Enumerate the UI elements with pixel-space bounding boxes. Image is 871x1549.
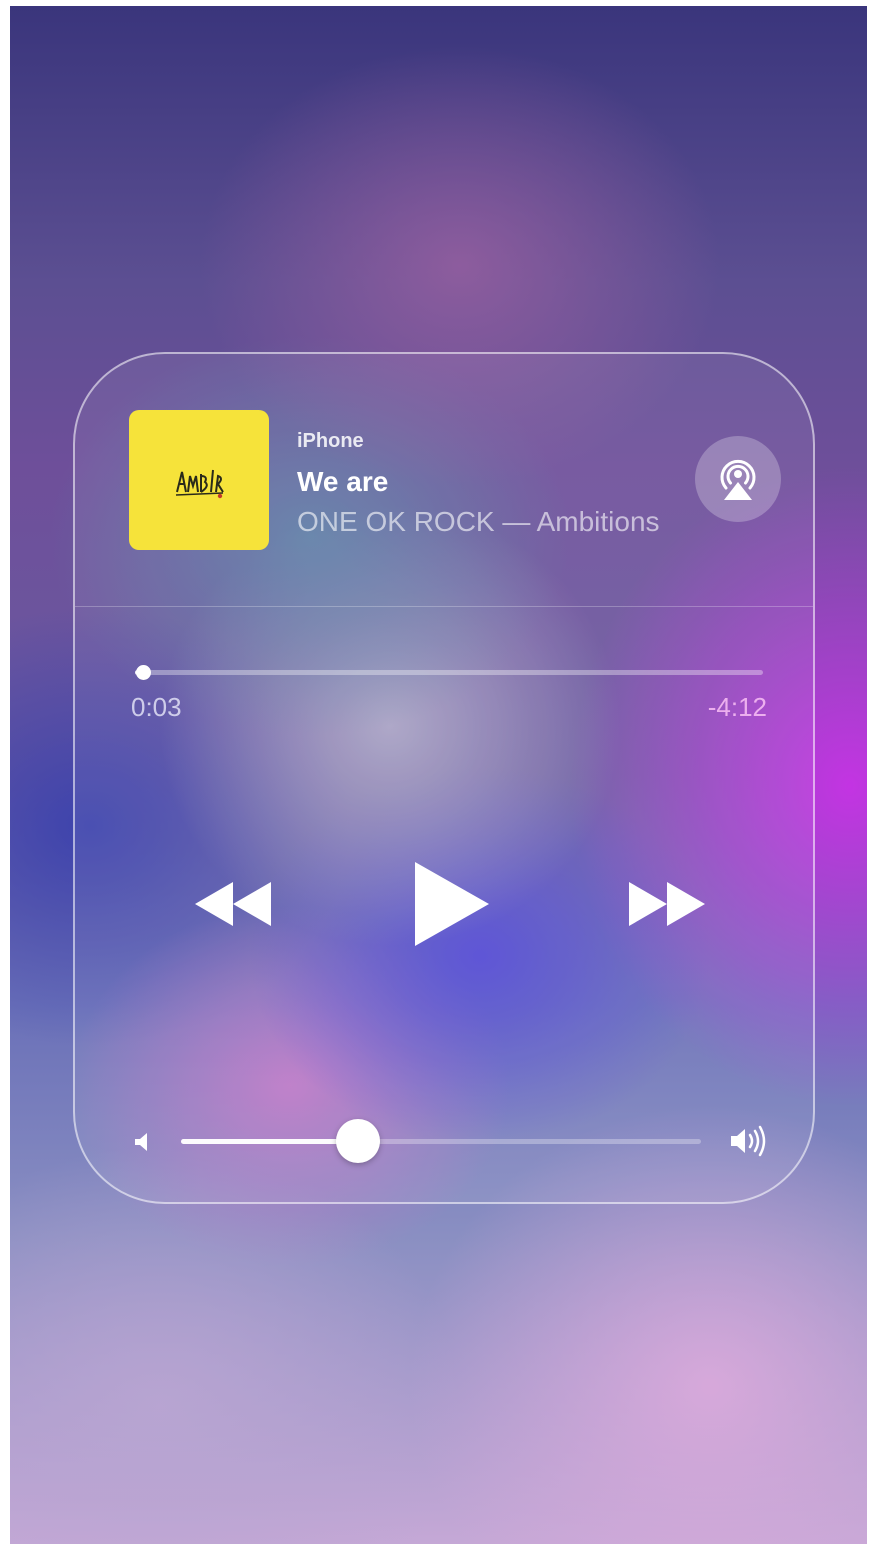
control-center-background: iPhone We are ONE OK ROCK — Ambitions 0:…: [10, 6, 867, 1544]
output-source-label: iPhone: [297, 430, 364, 452]
volume-low-icon: [133, 1132, 153, 1157]
airplay-icon: [720, 459, 756, 500]
album-art[interactable]: [129, 410, 269, 550]
airplay-button[interactable]: [695, 436, 781, 522]
track-title: We are: [297, 466, 389, 497]
fast-forward-button[interactable]: [627, 880, 707, 933]
progress-scrubber[interactable]: [135, 665, 763, 680]
rewind-icon: [195, 882, 271, 926]
volume-fill: [181, 1139, 358, 1144]
volume-knob[interactable]: [335, 1119, 380, 1163]
play-icon: [415, 862, 489, 946]
volume-slider[interactable]: [181, 1119, 701, 1163]
album-art-logo: [175, 469, 224, 499]
card-divider: [75, 606, 813, 607]
rewind-button[interactable]: [193, 880, 273, 933]
remaining-time: -4:12: [707, 692, 767, 722]
now-playing-card: iPhone We are ONE OK ROCK — Ambitions 0:…: [73, 352, 815, 1204]
volume-high-icon: [729, 1124, 773, 1163]
elapsed-time: 0:03: [131, 692, 182, 722]
fast-forward-icon: [629, 882, 705, 926]
track-info[interactable]: iPhone We are ONE OK ROCK — Ambitions: [297, 428, 667, 540]
progress-knob[interactable]: [135, 665, 151, 680]
artist-album-label: ONE OK ROCK — Ambitions: [297, 506, 660, 537]
play-button[interactable]: [411, 860, 491, 953]
